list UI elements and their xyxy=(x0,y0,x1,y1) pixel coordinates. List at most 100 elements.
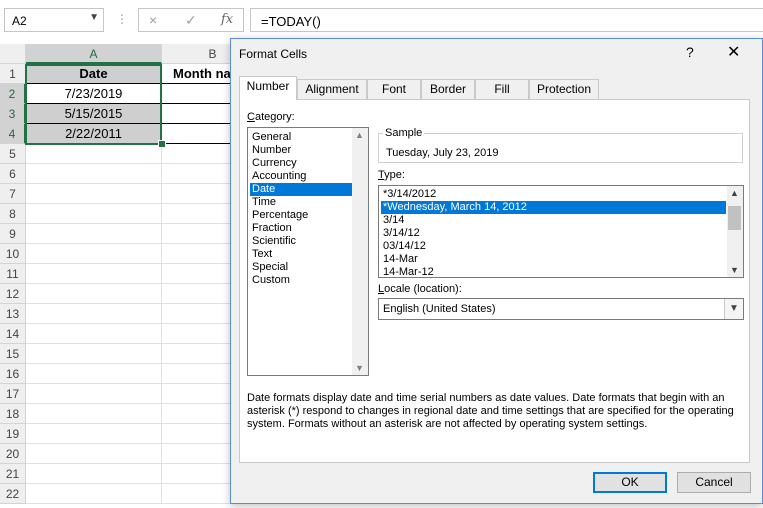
cell-a3[interactable]: 5/15/2015 xyxy=(26,104,162,124)
grid-cell[interactable] xyxy=(26,404,162,424)
row-header[interactable]: 20 xyxy=(0,444,26,464)
tab-font[interactable]: Font xyxy=(367,79,421,99)
formula-buttons: × ✓ fx xyxy=(138,8,244,32)
type-item[interactable]: 14-Mar-12 xyxy=(381,266,726,279)
category-item[interactable]: Number xyxy=(250,144,352,157)
grid-cell[interactable] xyxy=(26,484,162,504)
grid-cell[interactable] xyxy=(26,364,162,384)
insert-function-icon[interactable]: fx xyxy=(221,12,233,27)
tab-number[interactable]: Number xyxy=(239,76,297,100)
category-item[interactable]: Special xyxy=(250,261,352,274)
type-item[interactable]: 3/14 xyxy=(381,214,726,227)
row-header[interactable]: 22 xyxy=(0,484,26,504)
category-label: Category: xyxy=(247,111,295,123)
row-header[interactable]: 2 xyxy=(0,84,26,104)
type-list[interactable]: *3/14/2012 *Wednesday, March 14, 2012 3/14… xyxy=(378,185,744,278)
scroll-up-icon[interactable]: ▲ xyxy=(730,188,739,198)
grid-cell[interactable] xyxy=(26,344,162,364)
row-header[interactable]: 21 xyxy=(0,464,26,484)
row-header[interactable]: 5 xyxy=(0,144,26,164)
sample-value: Tuesday, July 23, 2019 xyxy=(386,147,499,159)
grid-cell[interactable] xyxy=(26,384,162,404)
scroll-down-icon[interactable]: ▼ xyxy=(730,265,739,275)
column-header-a[interactable]: A xyxy=(26,44,162,64)
grid-cell[interactable] xyxy=(26,304,162,324)
grid-cell[interactable] xyxy=(26,164,162,184)
category-item[interactable]: Scientific xyxy=(250,235,352,248)
locale-select[interactable]: English (United States) ▼ xyxy=(378,298,744,320)
scroll-up-icon[interactable]: ▲ xyxy=(355,130,364,140)
grid-cell[interactable] xyxy=(26,264,162,284)
row-header[interactable]: 14 xyxy=(0,324,26,344)
category-item[interactable]: General xyxy=(250,131,352,144)
formula-text: =TODAY() xyxy=(261,14,321,29)
row-header[interactable]: 10 xyxy=(0,244,26,264)
grid-cell[interactable] xyxy=(26,144,162,164)
select-all-corner[interactable] xyxy=(0,44,26,64)
category-list[interactable]: General Number Currency Accounting Date Time P… xyxy=(247,127,369,376)
row-header[interactable]: 6 xyxy=(0,164,26,184)
row-header[interactable]: 17 xyxy=(0,384,26,404)
tab-protection[interactable]: Protection xyxy=(529,79,599,99)
category-item[interactable]: Percentage xyxy=(250,209,352,222)
row-header[interactable]: 15 xyxy=(0,344,26,364)
type-item[interactable]: 14-Mar xyxy=(381,253,726,266)
format-description: Date formats display date and time seria… xyxy=(247,392,734,430)
cell-a2[interactable]: 7/23/2019 xyxy=(26,84,162,104)
category-item[interactable]: Custom xyxy=(250,274,352,287)
type-scrollbar[interactable]: ▲ ▼ xyxy=(727,186,743,277)
row-header[interactable]: 7 xyxy=(0,184,26,204)
chevron-down-icon[interactable]: ▼ xyxy=(724,299,743,319)
scroll-thumb[interactable] xyxy=(728,206,741,230)
row-header[interactable]: 1 xyxy=(0,64,26,84)
name-box[interactable]: A2 ▼ xyxy=(4,8,104,32)
close-button[interactable]: ✕ xyxy=(727,42,740,62)
row-header[interactable]: 13 xyxy=(0,304,26,324)
enter-icon[interactable]: ✓ xyxy=(185,12,197,29)
tab-border[interactable]: Border xyxy=(421,79,475,99)
row-header[interactable]: 12 xyxy=(0,284,26,304)
row-header[interactable]: 18 xyxy=(0,404,26,424)
type-item[interactable]: 03/14/12 xyxy=(381,240,726,253)
formula-input[interactable]: =TODAY() xyxy=(250,8,763,32)
grid-cell[interactable] xyxy=(26,444,162,464)
grid-cell[interactable] xyxy=(26,284,162,304)
scroll-down-icon[interactable]: ▼ xyxy=(355,363,364,373)
category-item[interactable]: Time xyxy=(250,196,352,209)
row-header[interactable]: 16 xyxy=(0,364,26,384)
row-header[interactable]: 11 xyxy=(0,264,26,284)
grid-cell[interactable] xyxy=(26,224,162,244)
row-header[interactable]: 9 xyxy=(0,224,26,244)
row-header[interactable]: 8 xyxy=(0,204,26,224)
more-options-icon: ⋮ xyxy=(116,12,129,26)
tab-fill[interactable]: Fill xyxy=(475,79,529,99)
row-header[interactable]: 3 xyxy=(0,104,26,124)
cell-a1[interactable]: Date xyxy=(26,64,162,84)
row-header[interactable]: 19 xyxy=(0,424,26,444)
ok-button[interactable]: OK xyxy=(593,472,667,493)
cancel-button[interactable]: Cancel xyxy=(677,472,751,493)
grid-cell[interactable] xyxy=(26,424,162,444)
category-item[interactable]: Fraction xyxy=(250,222,352,235)
category-scrollbar[interactable]: ▲ ▼ xyxy=(352,128,368,375)
type-item[interactable]: 3/14/12 xyxy=(381,227,726,240)
category-item[interactable]: Text xyxy=(250,248,352,261)
grid-cell[interactable] xyxy=(26,204,162,224)
fill-handle[interactable] xyxy=(158,140,166,148)
cancel-icon[interactable]: × xyxy=(149,12,157,28)
number-tab-panel: Category: General Number Currency Accountin… xyxy=(239,99,750,463)
tab-alignment[interactable]: Alignment xyxy=(297,79,367,99)
category-item[interactable]: Currency xyxy=(250,157,352,170)
cell-a4[interactable]: 2/22/2011 xyxy=(26,124,162,144)
help-button[interactable]: ? xyxy=(686,44,694,60)
row-header[interactable]: 4 xyxy=(0,124,26,144)
category-item[interactable]: Accounting xyxy=(250,170,352,183)
grid-cell[interactable] xyxy=(26,184,162,204)
grid-cell[interactable] xyxy=(26,244,162,264)
grid-cell[interactable] xyxy=(26,464,162,484)
grid-cell[interactable] xyxy=(26,324,162,344)
type-item[interactable]: *3/14/2012 xyxy=(381,188,726,201)
type-item[interactable]: *Wednesday, March 14, 2012 xyxy=(381,201,726,214)
chevron-down-icon[interactable]: ▼ xyxy=(89,12,99,23)
category-item[interactable]: Date xyxy=(250,183,352,196)
